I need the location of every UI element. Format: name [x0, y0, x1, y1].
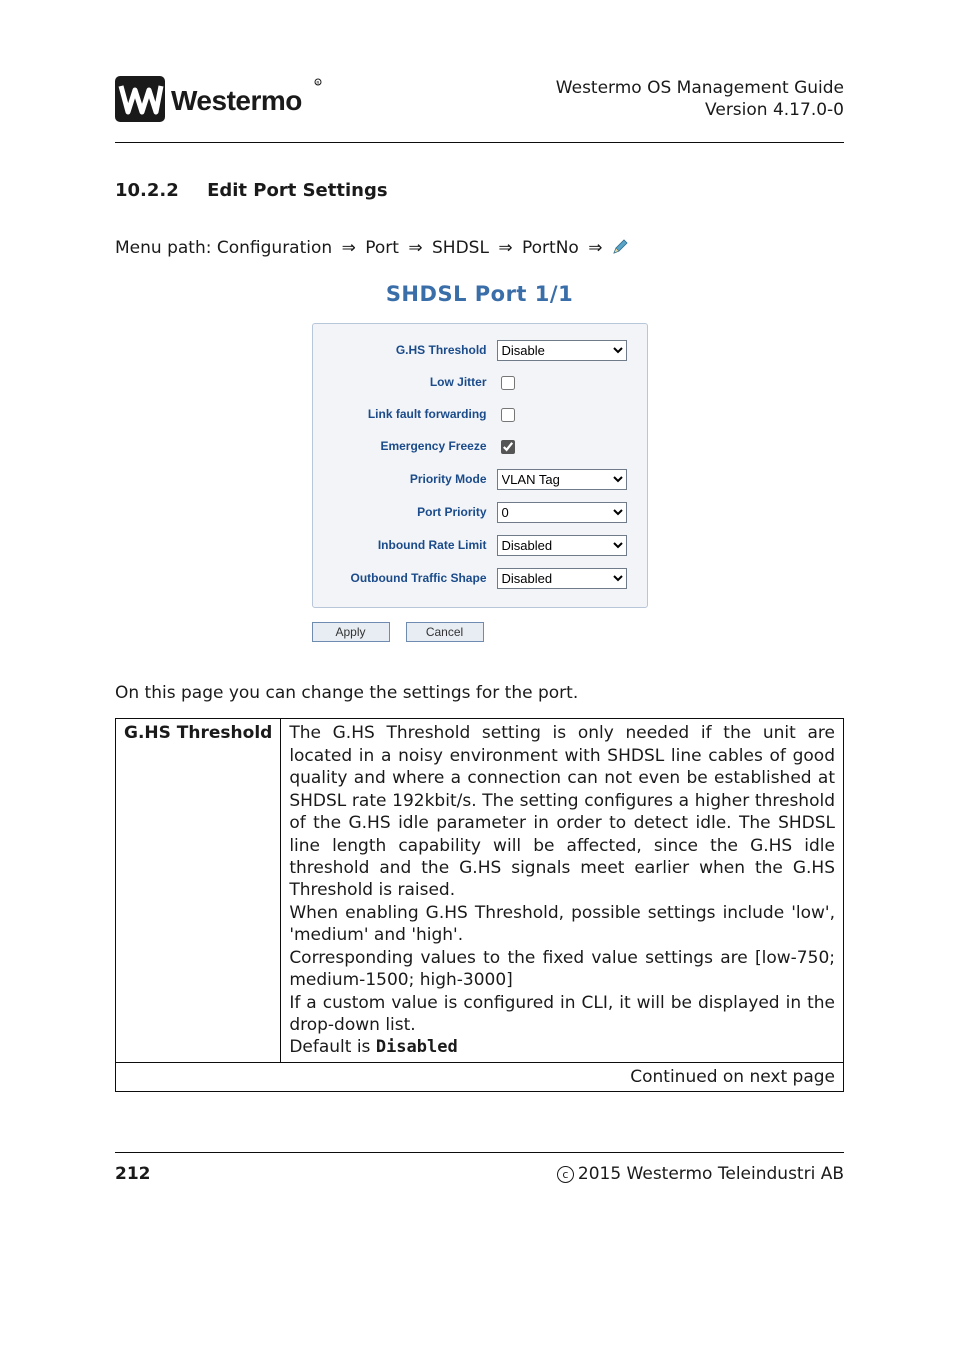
section-number: 10.2.2: [115, 179, 179, 203]
table-row: Continued on next page: [116, 1062, 844, 1091]
header-rule: [115, 142, 844, 143]
outbound-traffic-shape-label: Outbound Traffic Shape: [327, 572, 497, 586]
breadcrumb-part: Port: [365, 238, 399, 258]
low-jitter-checkbox[interactable]: [501, 376, 515, 390]
continued-label: Continued on next page: [116, 1062, 844, 1091]
emergency-freeze-label: Emergency Freeze: [327, 440, 497, 454]
copyright: c2015 Westermo Teleindustri AB: [557, 1163, 844, 1185]
footer-rule: [115, 1152, 844, 1153]
emergency-freeze-checkbox[interactable]: [501, 440, 515, 454]
cancel-button[interactable]: Cancel: [406, 622, 484, 642]
svg-text:Westermo: Westermo: [171, 85, 302, 116]
settings-panel: G.HS Threshold Disable Low Jitter Link f…: [312, 323, 648, 608]
svg-text:R: R: [316, 81, 319, 87]
priority-mode-select[interactable]: VLAN Tag: [497, 469, 627, 490]
port-priority-label: Port Priority: [327, 506, 497, 520]
table-row: G.HS Threshold The G.HS Threshold settin…: [116, 719, 844, 1063]
link-fault-checkbox[interactable]: [501, 408, 515, 422]
breadcrumb-prefix: Menu path:: [115, 238, 211, 258]
breadcrumb-arrow-icon: ⇒: [338, 238, 360, 258]
doc-title: Westermo OS Management Guide: [556, 77, 844, 99]
page-number: 212: [115, 1163, 151, 1185]
form-title: SHDSL Port 1/1: [386, 281, 573, 309]
brand-logo: Westermo R: [115, 72, 325, 126]
section-heading: 10.2.2 Edit Port Settings: [115, 179, 844, 203]
copyright-icon: c: [557, 1166, 574, 1183]
outbound-traffic-shape-select[interactable]: Disabled: [497, 568, 627, 589]
breadcrumb-arrow-icon: ⇒: [584, 238, 606, 258]
ghs-threshold-label: G.HS Threshold: [327, 344, 497, 358]
section-title: Edit Port Settings: [207, 180, 388, 201]
pencil-icon: [612, 238, 630, 258]
inbound-rate-limit-label: Inbound Rate Limit: [327, 539, 497, 553]
apply-button[interactable]: Apply: [312, 622, 390, 642]
priority-mode-label: Priority Mode: [327, 473, 497, 487]
breadcrumb-part: SHDSL: [432, 238, 489, 258]
breadcrumb-arrow-icon: ⇒: [494, 238, 516, 258]
page-description: On this page you can change the settings…: [115, 682, 844, 704]
breadcrumb-arrow-icon: ⇒: [404, 238, 426, 258]
row-header: G.HS Threshold: [116, 719, 281, 1063]
ghs-threshold-select[interactable]: Disable: [497, 340, 627, 361]
settings-table: G.HS Threshold The G.HS Threshold settin…: [115, 718, 844, 1092]
doc-version: Version 4.17.0-0: [556, 99, 844, 121]
port-priority-select[interactable]: 0: [497, 502, 627, 523]
link-fault-label: Link fault forwarding: [327, 408, 497, 422]
low-jitter-label: Low Jitter: [327, 376, 497, 390]
breadcrumb-part: PortNo: [522, 238, 579, 258]
inbound-rate-limit-select[interactable]: Disabled: [497, 535, 627, 556]
breadcrumb: Menu path: Configuration ⇒ Port ⇒ SHDSL …: [115, 237, 844, 259]
breadcrumb-part: Configuration: [217, 238, 332, 258]
row-body: The G.HS Threshold setting is only neede…: [281, 719, 844, 1063]
